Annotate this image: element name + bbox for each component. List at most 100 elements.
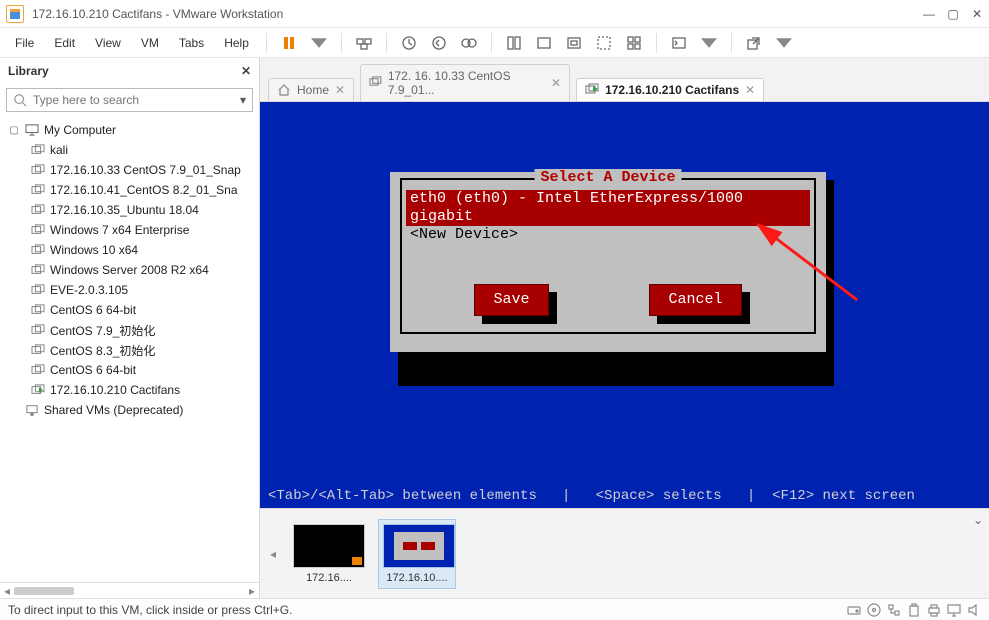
thumbnail-label: 172.16.10.... — [383, 572, 451, 584]
save-button-wrap: Save — [474, 284, 548, 316]
tree-label: 172.16.10.35_Ubuntu 18.04 — [50, 203, 199, 217]
window-controls: — ▢ ✕ — [923, 7, 983, 21]
tree-vm-item[interactable]: Windows 10 x64 — [0, 240, 259, 260]
printer-icon[interactable] — [927, 603, 941, 617]
tree-vm-item[interactable]: 172.16.10.35_Ubuntu 18.04 — [0, 200, 259, 220]
tree-vm-item[interactable]: CentOS 6 64-bit — [0, 300, 259, 320]
device-option-new[interactable]: <New Device> — [406, 226, 810, 244]
menu-vm[interactable]: VM — [134, 32, 166, 54]
thumbnail-image — [383, 524, 455, 568]
tree-vm-item-active[interactable]: 172.16.10.210 Cactifans — [0, 380, 259, 400]
device-option-eth0[interactable]: eth0 (eth0) - Intel EtherExpress/1000 gi… — [406, 190, 810, 226]
save-button[interactable]: Save — [474, 284, 548, 316]
library-panel: Library ✕ ▾ ▢ My Computer kali 172.16.10… — [0, 58, 260, 598]
vm-icon — [30, 203, 46, 217]
tree-label: Windows 10 x64 — [50, 243, 138, 257]
library-search[interactable]: ▾ — [6, 88, 253, 112]
network-icon[interactable] — [887, 603, 901, 617]
tab-close-icon[interactable]: ✕ — [335, 83, 345, 97]
snapshot-revert-button[interactable] — [429, 33, 449, 53]
statusbar: To direct input to this VM, click inside… — [0, 598, 989, 620]
snapshot-take-button[interactable] — [399, 33, 419, 53]
library-close-button[interactable]: ✕ — [241, 64, 251, 78]
vm-icon — [369, 76, 382, 90]
thumbs-collapse-button[interactable]: ⌄ — [973, 513, 983, 527]
popout-dropdown-icon[interactable] — [774, 33, 794, 53]
tree-root-my-computer[interactable]: ▢ My Computer — [0, 120, 259, 140]
vm-console[interactable]: Select A Device eth0 (eth0) - Intel Ethe… — [260, 102, 989, 508]
tab-vm-1[interactable]: 172. 16. 10.33 CentOS 7.9_01... ✕ — [360, 64, 570, 101]
tree-vm-item[interactable]: CentOS 6 64-bit — [0, 360, 259, 380]
view-fullscreen-button[interactable] — [564, 33, 584, 53]
tab-home[interactable]: Home ✕ — [268, 78, 354, 101]
maximize-button[interactable]: ▢ — [947, 7, 959, 21]
scroll-right-icon[interactable]: ▸ — [249, 584, 255, 598]
tree-vm-item[interactable]: Windows Server 2008 R2 x64 — [0, 260, 259, 280]
titlebar: 172.16.10.210 Cactifans - VMware Worksta… — [0, 0, 989, 28]
library-header: Library ✕ — [0, 58, 259, 84]
tree-vm-item[interactable]: 172.16.10.33 CentOS 7.9_01_Snap — [0, 160, 259, 180]
send-ctrl-alt-del-button[interactable] — [354, 33, 374, 53]
thumb-vm-active[interactable]: 172.16.10.... — [378, 519, 456, 589]
search-dropdown-icon[interactable]: ▾ — [240, 93, 246, 107]
tree-vm-item[interactable]: Windows 7 x64 Enterprise — [0, 220, 259, 240]
library-hscroll[interactable]: ◂ ▸ — [0, 582, 259, 598]
tab-label: Home — [297, 83, 329, 97]
tree-label: CentOS 8.3_初始化 — [50, 342, 155, 359]
tree-label: EVE-2.0.3.105 — [50, 283, 128, 297]
snapshot-manager-button[interactable] — [459, 33, 479, 53]
cancel-button[interactable]: Cancel — [649, 284, 741, 316]
home-icon — [277, 83, 291, 97]
menu-help[interactable]: Help — [217, 32, 256, 54]
cd-icon[interactable] — [867, 603, 881, 617]
tab-vm-active[interactable]: 172.16.10.210 Cactifans ✕ — [576, 78, 764, 101]
console-dropdown-icon[interactable] — [699, 33, 719, 53]
status-hint: To direct input to this VM, click inside… — [8, 603, 292, 617]
search-input[interactable] — [33, 93, 234, 107]
view-unity-button[interactable] — [594, 33, 614, 53]
expander-icon[interactable]: ▢ — [8, 125, 20, 136]
power-dropdown-icon[interactable] — [309, 33, 329, 53]
menu-view[interactable]: View — [88, 32, 128, 54]
popout-button[interactable] — [744, 33, 764, 53]
usb-icon[interactable] — [907, 603, 921, 617]
view-single-button[interactable] — [504, 33, 524, 53]
vm-icon — [30, 163, 46, 177]
console-settings-button[interactable] — [669, 33, 689, 53]
menu-edit[interactable]: Edit — [47, 32, 82, 54]
close-button[interactable]: ✕ — [971, 7, 983, 21]
tree-vm-item[interactable]: 172.16.10.41_CentOS 8.2_01_Sna — [0, 180, 259, 200]
scroll-left-icon[interactable]: ◂ — [4, 584, 10, 598]
thumbs-prev-button[interactable]: ◂ — [266, 547, 280, 561]
tab-close-icon[interactable]: ✕ — [745, 83, 755, 97]
menu-tabs[interactable]: Tabs — [172, 32, 211, 54]
tree-vm-item[interactable]: CentOS 7.9_初始化 — [0, 320, 259, 340]
tree-vm-item[interactable]: kali — [0, 140, 259, 160]
vm-running-icon — [585, 83, 599, 97]
scroll-thumb[interactable] — [14, 587, 74, 595]
minimize-button[interactable]: — — [923, 7, 935, 21]
toolbar-separator — [341, 33, 342, 53]
thumb-vm-1[interactable]: 172.16.... — [290, 524, 368, 584]
vm-running-icon — [30, 383, 46, 397]
tree-label: 172.16.10.41_CentOS 8.2_01_Sna — [50, 183, 238, 197]
disk-icon[interactable] — [847, 603, 861, 617]
menu-file[interactable]: File — [8, 32, 41, 54]
tree-vm-item[interactable]: CentOS 8.3_初始化 — [0, 340, 259, 360]
content-area: Home ✕ 172. 16. 10.33 CentOS 7.9_01... ✕… — [260, 58, 989, 598]
view-stretch-button[interactable] — [624, 33, 644, 53]
expander-icon[interactable] — [8, 405, 20, 416]
vm-icon — [30, 143, 46, 157]
window-title: 172.16.10.210 Cactifans - VMware Worksta… — [32, 7, 923, 21]
sound-icon[interactable] — [967, 603, 981, 617]
tab-close-icon[interactable]: ✕ — [551, 76, 561, 90]
tree-vm-item[interactable]: EVE-2.0.3.105 — [0, 280, 259, 300]
menubar: File Edit View VM Tabs Help — [0, 28, 989, 58]
pause-vm-button[interactable] — [279, 33, 299, 53]
tree-shared-vms[interactable]: Shared VMs (Deprecated) — [0, 400, 259, 420]
cancel-button-wrap: Cancel — [649, 284, 741, 316]
view-console-button[interactable] — [534, 33, 554, 53]
select-device-dialog: Select A Device eth0 (eth0) - Intel Ethe… — [390, 172, 826, 352]
display-icon[interactable] — [947, 603, 961, 617]
vm-icon — [30, 303, 46, 317]
